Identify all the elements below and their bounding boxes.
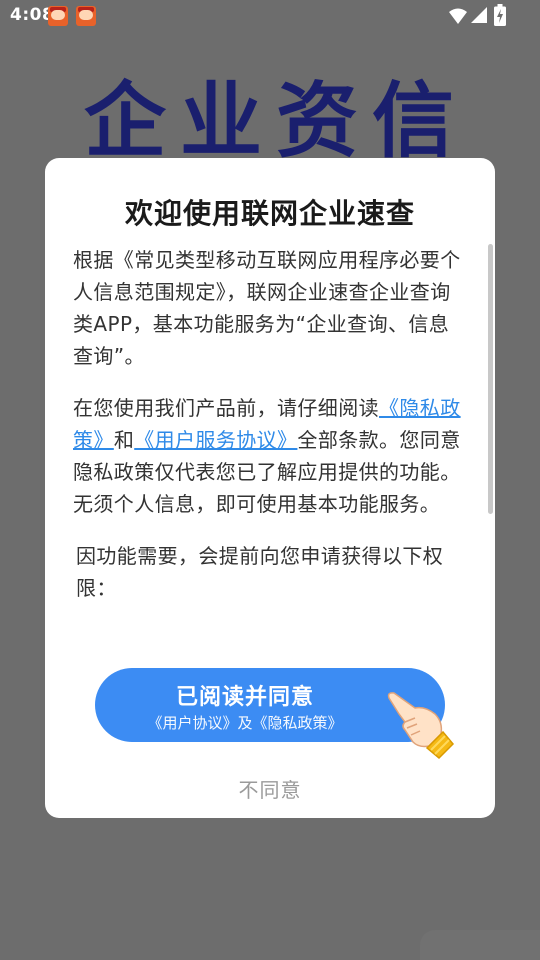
paragraph-consent: 在您使用我们产品前，请仔细阅读《隐私政策》和《用户服务协议》全部条款。您同意隐私…	[73, 392, 461, 520]
privacy-dialog: 欢迎使用联网企业速查 根据《常见类型移动互联网应用程序必要个人信息范围规定》，联…	[45, 158, 495, 818]
signal-icon	[471, 7, 487, 23]
status-bar: 4:08	[0, 0, 540, 32]
consent-text-prefix: 在您使用我们产品前，请仔细阅读	[73, 396, 379, 420]
dialog-title: 欢迎使用联网企业速查	[124, 197, 415, 230]
battery-charging-icon	[494, 4, 506, 26]
agree-button[interactable]: 已阅读并同意 《用户协议》及《隐私政策》	[95, 668, 455, 760]
dialog-scrollbar[interactable]	[488, 244, 493, 514]
game-notification-icon	[48, 6, 68, 26]
gesture-area	[420, 930, 540, 960]
wifi-icon	[449, 8, 467, 24]
paragraph-permissions: 因功能需要，会提前向您申请获得以下权限：	[76, 544, 444, 600]
user-agreement-link[interactable]: 《用户服务协议》	[134, 428, 297, 452]
agree-button-label: 已阅读并同意	[175, 685, 314, 710]
background-logo: 企业资信	[84, 74, 469, 169]
consent-text-and: 和	[113, 428, 135, 452]
paragraph-regulation: 根据《常见类型移动互联网应用程序必要个人信息范围规定》，联网企业速查企业查询类A…	[73, 248, 461, 368]
pointing-hand-icon	[387, 692, 455, 760]
dialog-scroll-content[interactable]: 根据《常见类型移动互联网应用程序必要个人信息范围规定》，联网企业速查企业查询类A…	[73, 244, 461, 634]
game-notification-icon	[76, 6, 96, 26]
agree-button-sublabel: 《用户协议》及《隐私政策》	[147, 714, 343, 732]
disagree-button[interactable]: 不同意	[45, 774, 495, 803]
